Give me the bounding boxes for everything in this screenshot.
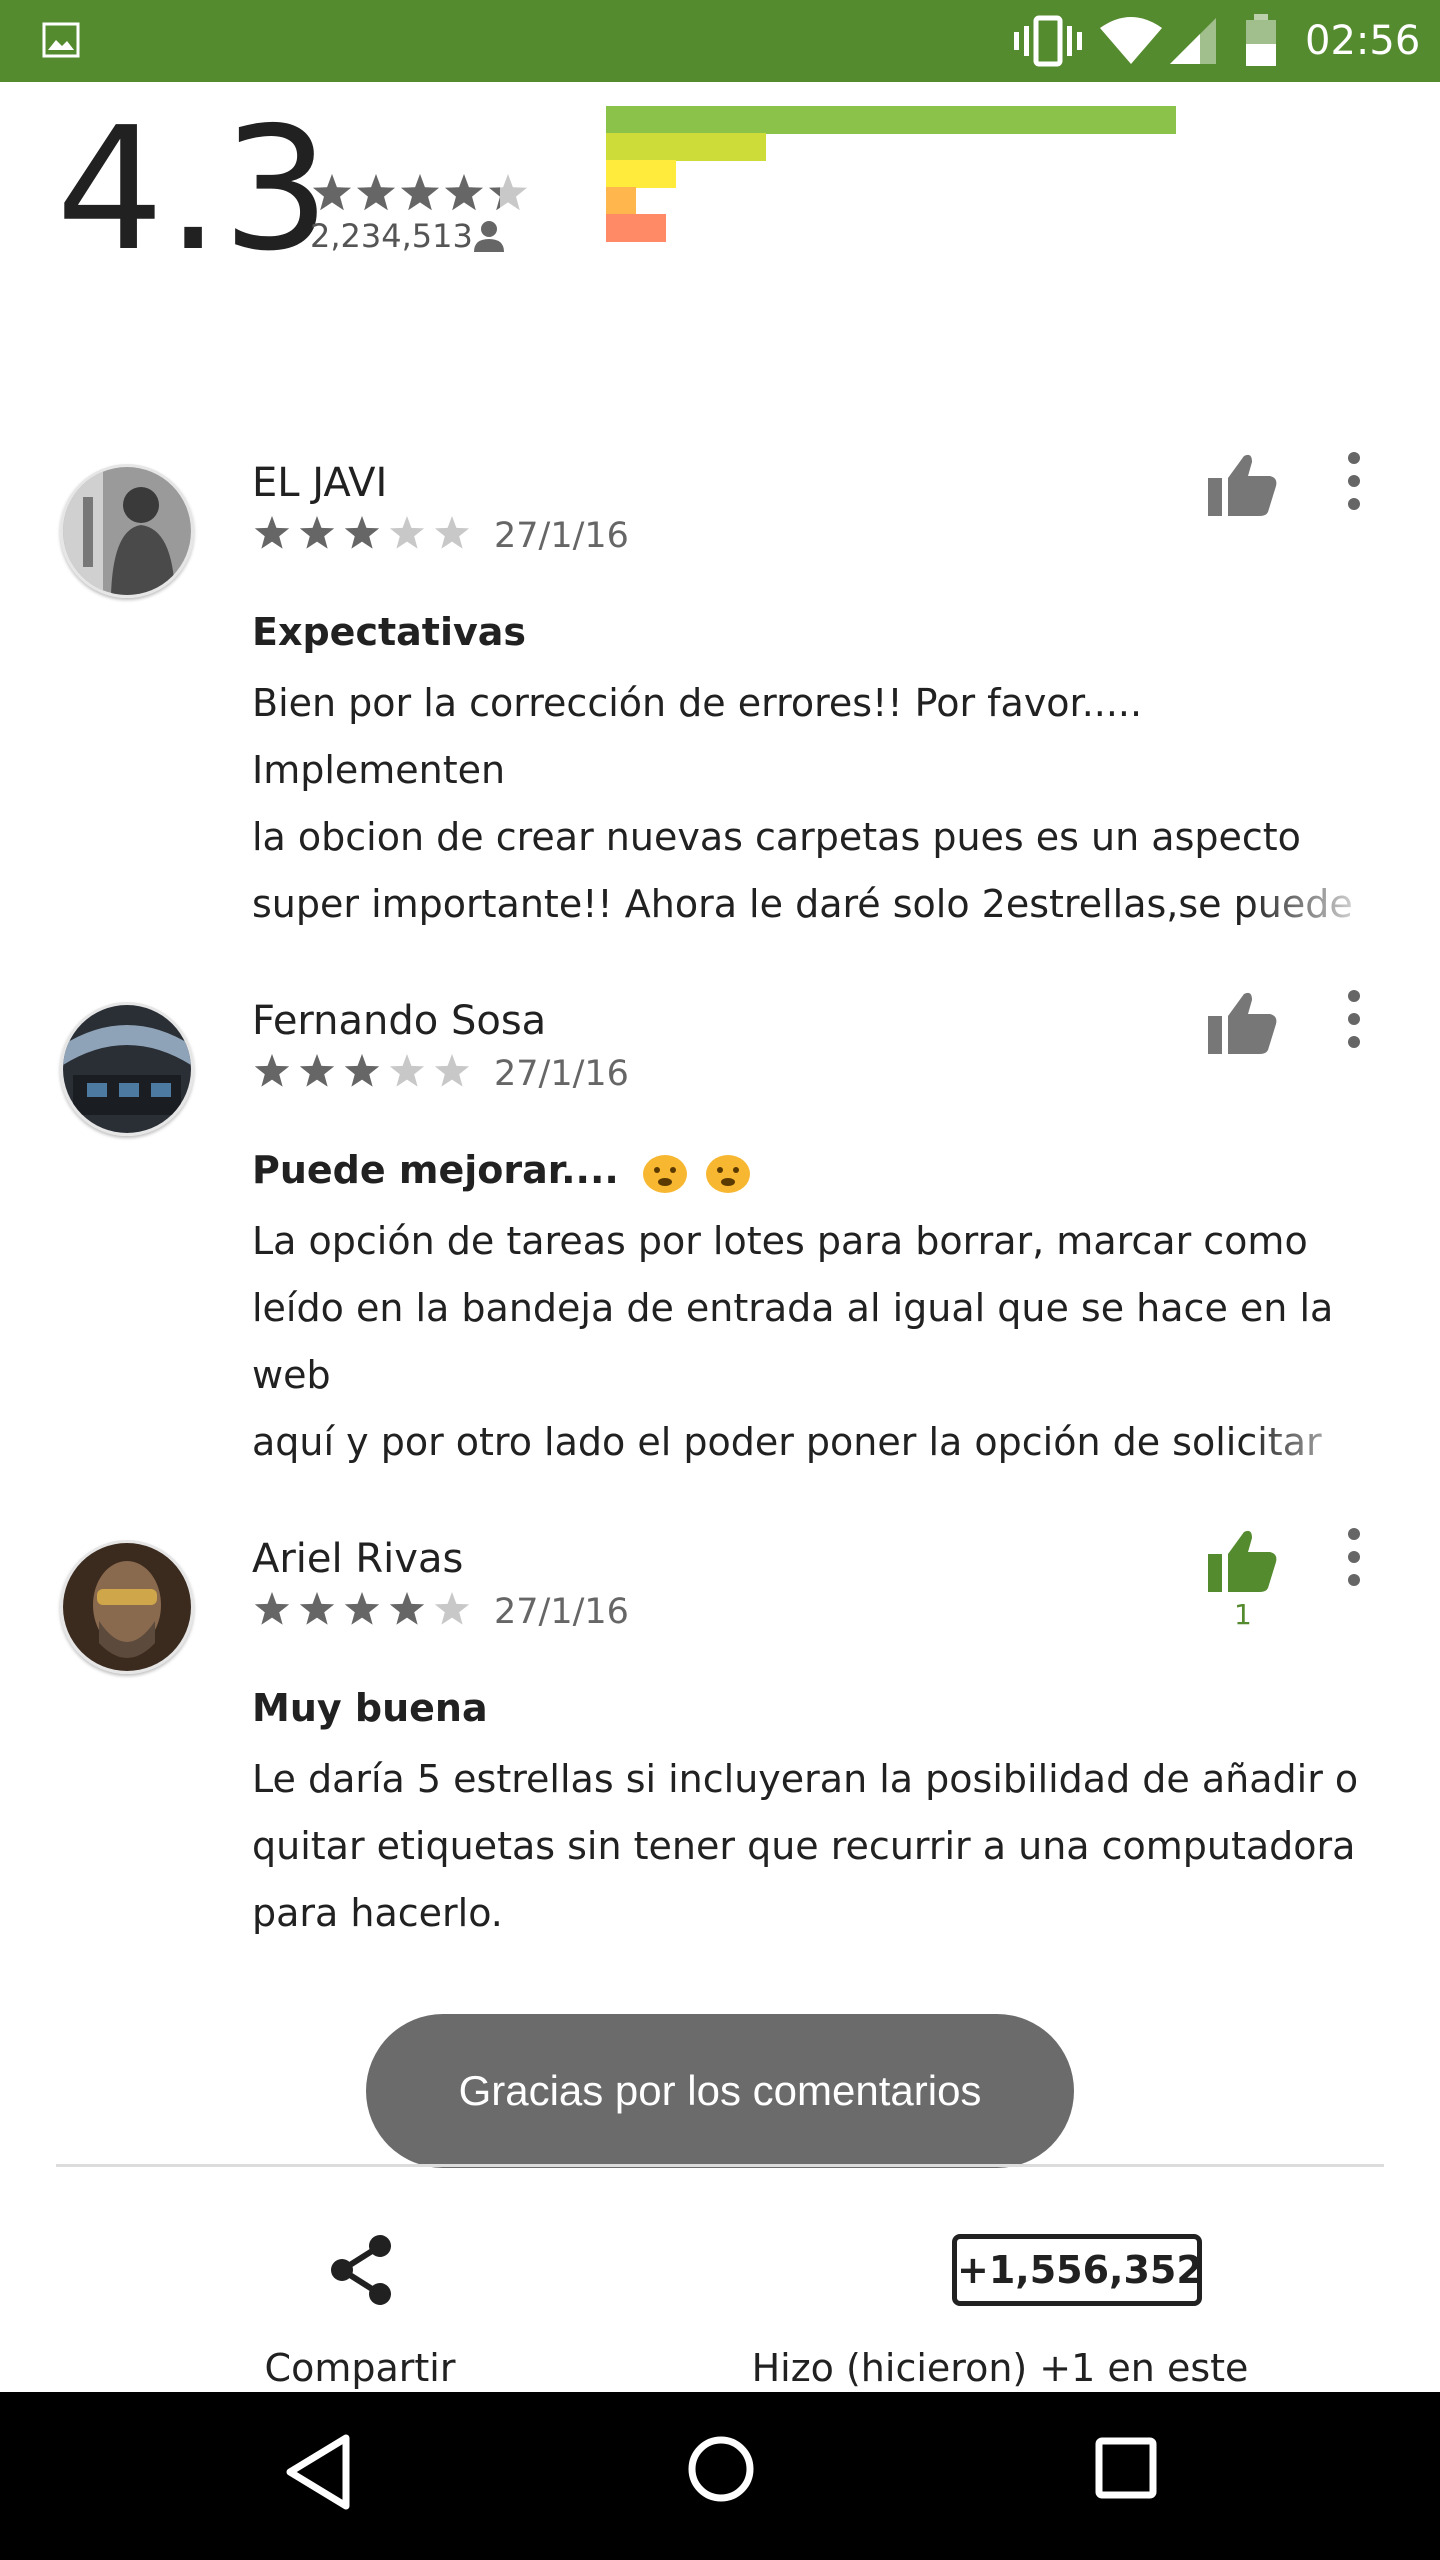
rating-bar-3-stars: [606, 160, 676, 188]
back-icon[interactable]: [282, 2432, 354, 2512]
star-filled-icon: [445, 174, 483, 211]
review-stars: [254, 1592, 470, 1625]
star-filled-icon: [254, 516, 290, 549]
helpful-count: 1: [1234, 1598, 1252, 1631]
review-body: Le daría 5 estrellas si incluyeran la po…: [252, 1746, 1382, 1947]
review-date: 27/1/16: [494, 1592, 629, 1632]
share-icon[interactable]: [326, 2232, 396, 2308]
star-icon: [389, 516, 425, 549]
thumbs-up-icon[interactable]: [1206, 988, 1278, 1058]
star-filled-icon: [344, 1054, 380, 1087]
reviewer-name: Ariel Rivas: [252, 1536, 464, 1582]
status-time: 02:56: [1305, 18, 1421, 64]
star-filled-icon: [389, 1592, 425, 1625]
star-filled-icon: [254, 1054, 290, 1087]
star-icon: [434, 1054, 470, 1087]
more-options-icon[interactable]: [1336, 450, 1372, 512]
more-options-icon[interactable]: [1336, 988, 1372, 1050]
navigation-bar: [0, 2392, 1440, 2560]
rating-bar-5-stars: [606, 106, 1176, 134]
star-filled-icon: [401, 174, 439, 211]
review-title: Puede mejorar....: [252, 1145, 753, 1195]
toast-message: Gracias por los comentarios: [366, 2014, 1074, 2168]
review-body-line: la obcion de crear nuevas carpetas pues …: [252, 815, 1301, 859]
vibrate-icon: [1014, 15, 1082, 67]
recents-icon[interactable]: [1094, 2436, 1158, 2500]
thumbs-up-icon[interactable]: [1206, 1526, 1278, 1596]
review-body-line: leído en la bandeja de entrada al igual …: [252, 1286, 1334, 1397]
status-bar: 02:56: [0, 0, 1440, 82]
review-body-line: Bien por la corrección de errores!! Por …: [252, 681, 1143, 792]
battery-icon: [1246, 14, 1276, 66]
review-stars: [254, 516, 470, 549]
reviewer-name: Fernando Sosa: [252, 998, 547, 1044]
star-icon: [389, 1054, 425, 1087]
review-date: 27/1/16: [494, 1054, 629, 1094]
star-filled-icon: [299, 516, 335, 549]
star-filled-icon: [344, 1592, 380, 1625]
share-label[interactable]: Compartir: [220, 2344, 500, 2392]
review-title: Expectativas: [252, 610, 526, 654]
review-body-line: quitar etiquetas sin tener que recurrir …: [252, 1824, 1356, 1868]
rating-bar-1-stars: [606, 214, 666, 242]
star-filled-icon: [357, 174, 395, 211]
reviewer-avatar[interactable]: [60, 1002, 194, 1136]
wifi-icon: [1100, 17, 1162, 64]
thumbs-up-icon[interactable]: [1206, 450, 1278, 520]
gallery-icon: [42, 22, 80, 58]
reviewer-avatar[interactable]: [60, 1540, 194, 1674]
home-icon[interactable]: [686, 2434, 756, 2504]
star-filled-icon: [299, 1592, 335, 1625]
star-icon: [434, 516, 470, 549]
reviewer-name: EL JAVI: [252, 460, 388, 506]
star-filled-icon: [254, 1592, 290, 1625]
review-body-line: super importante!! Ahora le daré solo 2e…: [252, 882, 1353, 926]
star-filled-icon: [313, 174, 351, 211]
person-icon: [474, 221, 504, 252]
review-stars: [254, 1054, 470, 1087]
review-body: La opción de tareas por lotes para borra…: [252, 1208, 1382, 1476]
average-stars: [313, 174, 527, 211]
signal-icon: [1170, 18, 1216, 64]
plusone-label: Hizo (hicieron) +1 en este: [751, 2346, 1249, 2390]
more-options-icon[interactable]: [1336, 1526, 1372, 1588]
reviewer-avatar[interactable]: [60, 464, 194, 598]
review-title-text: Puede mejorar....: [252, 1148, 619, 1192]
plusone-button[interactable]: +1,556,352: [952, 2234, 1203, 2306]
average-rating: 4.3: [56, 91, 333, 289]
worried-face-icon: [643, 1154, 688, 1193]
rating-bar-2-stars: [606, 187, 636, 215]
total-review-count: 2,234,513: [310, 217, 473, 255]
star-filled-icon: [344, 516, 380, 549]
review-body-line: para hacerlo.: [252, 1891, 503, 1935]
rating-bar-4-stars: [606, 133, 766, 161]
review-body-line: La opción de tareas por lotes para borra…: [252, 1219, 1308, 1263]
review-date: 27/1/16: [494, 516, 629, 556]
star-filled-icon: [299, 1054, 335, 1087]
divider: [56, 2164, 1384, 2167]
review-body: Bien por la corrección de errores!! Por …: [252, 670, 1382, 938]
worried-face-icon: [706, 1154, 751, 1193]
star-icon: [434, 1592, 470, 1625]
review-title: Muy buena: [252, 1686, 488, 1730]
rating-distribution: [606, 106, 1206, 256]
review-body-line: Le daría 5 estrellas si incluyeran la po…: [252, 1757, 1359, 1801]
review-body-line: aquí y por otro lado el poder poner la o…: [252, 1420, 1322, 1464]
